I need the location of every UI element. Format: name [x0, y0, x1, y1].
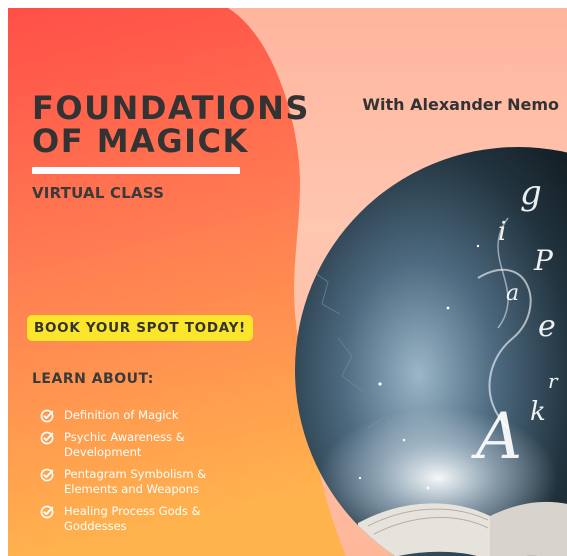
list-item: Definition of Magick	[40, 408, 240, 423]
topic-text: Psychic Awareness & Development	[64, 430, 185, 459]
svg-text:P: P	[533, 244, 554, 277]
author-line: With Alexander Nemo	[362, 95, 559, 114]
check-circle-icon	[40, 409, 54, 423]
topic-text: Healing Process Gods & Goddesses	[64, 504, 201, 533]
check-circle-icon	[40, 431, 54, 445]
poster: g i P a e A k r FOUNDATIONS OF MAGICK VI…	[8, 8, 567, 556]
learn-about-heading: LEARN ABOUT:	[32, 371, 154, 387]
page-title: FOUNDATIONS OF MAGICK	[32, 89, 310, 160]
check-circle-icon	[40, 468, 54, 482]
title-underline	[32, 167, 240, 174]
svg-text:g: g	[520, 173, 542, 213]
topics-list: Definition of Magick Psychic Awareness &…	[40, 408, 240, 541]
list-item: Pentagram Symbolism & Elements and Weapo…	[40, 467, 240, 497]
topic-text: Pentagram Symbolism & Elements and Weapo…	[64, 467, 207, 496]
subtitle: VIRTUAL CLASS	[32, 184, 165, 202]
open-book-icon	[358, 501, 567, 556]
list-item: Healing Process Gods & Goddesses	[40, 504, 240, 534]
svg-text:A: A	[471, 400, 522, 474]
svg-text:k: k	[530, 397, 546, 427]
svg-text:e: e	[538, 309, 556, 344]
book-spot-button[interactable]: BOOK YOUR SPOT TODAY!	[27, 315, 253, 341]
check-circle-icon	[40, 505, 54, 519]
list-item: Psychic Awareness & Development	[40, 430, 240, 460]
topic-text: Definition of Magick	[64, 408, 179, 422]
svg-text:r: r	[548, 369, 559, 393]
